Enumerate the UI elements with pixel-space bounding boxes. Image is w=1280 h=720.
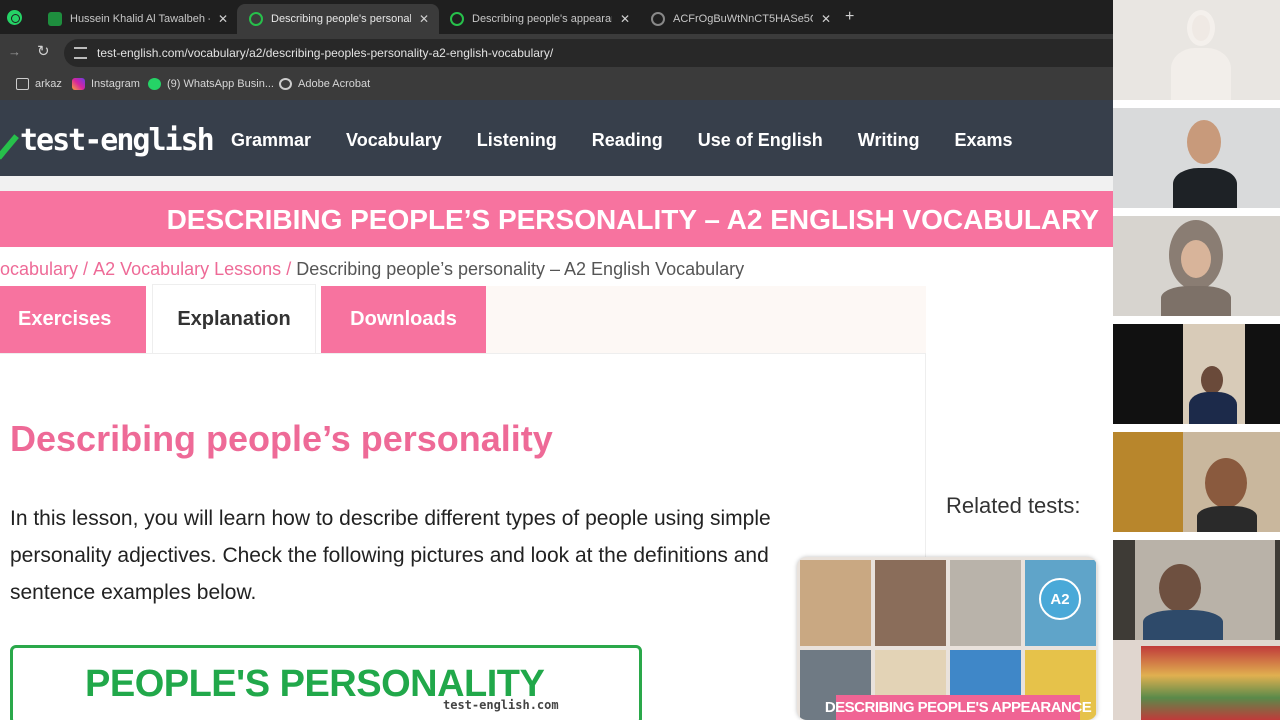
address-bar-row: → ↻ test-english.com/vocabulary/a2/descr… (0, 34, 1113, 72)
folder-icon (16, 78, 29, 90)
checkmark-icon (0, 125, 20, 155)
nav-listening[interactable]: Listening (477, 130, 557, 151)
participant-video[interactable] (1113, 324, 1280, 424)
address-bar[interactable]: test-english.com/vocabulary/a2/describin… (64, 39, 1113, 67)
bookmark-adobe-acrobat[interactable]: Adobe Acrobat (279, 78, 370, 90)
tab-title: ACFrOgBuWtNnCT5HASe5OBE (673, 13, 813, 25)
lesson-content: Describing people’s personality In this … (0, 354, 926, 720)
nav-grammar[interactable]: Grammar (231, 130, 311, 151)
instagram-icon (72, 78, 85, 90)
participant-camera-feed (1135, 540, 1275, 640)
breadcrumb-a2-lessons[interactable]: A2 Vocabulary Lessons (93, 259, 281, 279)
bookmark-instagram[interactable]: Instagram (72, 78, 140, 90)
tab-explanation[interactable]: Explanation (152, 284, 316, 353)
main-nav: Grammar Vocabulary Listening Reading Use… (231, 130, 1048, 151)
nav-writing[interactable]: Writing (858, 130, 920, 151)
page-title: DESCRIBING PEOPLE’S PERSONALITY – A2 ENG… (166, 204, 1099, 235)
browser-tab-appearance[interactable]: Describing people's appearanc ✕ (438, 4, 640, 34)
breadcrumb-vocabulary[interactable]: ocabulary (0, 259, 78, 279)
participant-video[interactable] (1113, 0, 1280, 100)
related-tests-title: Related tests: (946, 493, 1081, 518)
participant-video[interactable] (1113, 540, 1280, 640)
url-text[interactable]: test-english.com/vocabulary/a2/describin… (97, 46, 553, 60)
participant-avatar (1197, 458, 1257, 532)
breadcrumb: ocabulary / A2 Vocabulary Lessons / Describi… (0, 259, 744, 280)
test-english-check-icon (450, 12, 464, 26)
logo-text: test-english (20, 122, 215, 158)
ornament-background (1113, 432, 1183, 532)
tab-exercises[interactable]: Exercises (0, 286, 146, 353)
site-logo[interactable]: test-english (0, 122, 215, 158)
participant-video[interactable] (1113, 640, 1280, 720)
close-icon[interactable]: ✕ (218, 12, 228, 26)
lesson-intro: In this lesson, you will learn how to de… (10, 507, 771, 604)
site-header: test-english Grammar Vocabulary Listenin… (0, 100, 1113, 176)
bookmark-arkaz[interactable]: arkaz (16, 78, 62, 90)
participant-avatar (1173, 120, 1237, 208)
close-icon[interactable]: ✕ (419, 12, 429, 26)
participant-avatar (1161, 220, 1231, 316)
globe-icon (279, 78, 292, 90)
browser-tab-sheets[interactable]: Hussein Khalid Al Tawalbeh - G ✕ (36, 4, 238, 34)
breadcrumb-separator: / (286, 259, 292, 279)
breadcrumb-current: Describing people’s personality – A2 Eng… (296, 259, 745, 279)
whatsapp-pinned-tab-icon[interactable] (7, 10, 22, 25)
browser-tab-document[interactable]: ACFrOgBuWtNnCT5HASe5OBE ✕ (639, 4, 841, 34)
lesson-tabs: Exercises Explanation Downloads (0, 284, 926, 353)
tab-downloads[interactable]: Downloads (321, 286, 486, 353)
nav-reading[interactable]: Reading (592, 130, 663, 151)
participant-video[interactable] (1113, 216, 1280, 316)
sheets-icon (48, 12, 62, 26)
infographic-brand: test-english.com (443, 698, 559, 712)
title-banner: DESCRIBING PEOPLE’S PERSONALITY – A2 ENG… (0, 191, 1113, 247)
nav-vocabulary[interactable]: Vocabulary (346, 130, 442, 151)
participant-video[interactable] (1113, 432, 1280, 532)
breadcrumb-separator: / (83, 259, 89, 279)
bookmark-whatsapp[interactable]: (9) WhatsApp Busin... (148, 78, 274, 90)
tab-title: Describing people's appearanc (472, 13, 612, 25)
tab-title: Hussein Khalid Al Tawalbeh - G (70, 13, 210, 25)
bookmark-label: (9) WhatsApp Busin... (167, 78, 274, 90)
participant-video[interactable] (1113, 108, 1280, 208)
forward-icon[interactable]: → (8, 44, 21, 59)
a2-level-badge: A2 (1039, 578, 1081, 620)
test-english-check-icon (249, 12, 263, 26)
participant-avatar (1171, 10, 1231, 100)
participant-camera-feed (1141, 646, 1280, 720)
browser-tab-strip: Hussein Khalid Al Tawalbeh - G ✕ Describ… (0, 0, 1113, 34)
bookmarks-bar: arkaz Instagram (9) WhatsApp Busin... Ad… (0, 72, 1113, 100)
close-icon[interactable]: ✕ (821, 12, 831, 26)
new-tab-button[interactable]: + (845, 8, 854, 26)
nav-exams[interactable]: Exams (954, 130, 1012, 151)
tab-title: Describing people's personality (271, 13, 411, 25)
header-divider (0, 176, 1113, 191)
portrait-image (950, 560, 1021, 646)
portrait-image (800, 560, 871, 646)
participant-camera-feed (1183, 324, 1245, 424)
portrait-image (875, 560, 946, 646)
close-icon[interactable]: ✕ (620, 12, 630, 26)
browser-tab-personality[interactable]: Describing people's personality ✕ (237, 4, 440, 34)
site-settings-icon[interactable] (74, 47, 87, 59)
bookmark-label: Adobe Acrobat (298, 78, 371, 90)
globe-icon (651, 12, 665, 26)
nav-use-of-english[interactable]: Use of English (698, 130, 823, 151)
whatsapp-icon (148, 78, 161, 90)
reload-icon[interactable]: ↻ (37, 42, 50, 60)
bookmark-label: Instagram (91, 78, 140, 90)
lesson-title: Describing people’s personality (10, 418, 553, 459)
thumbnail-caption: DESCRIBING PEOPLE'S APPEARANCE (825, 695, 1092, 720)
bookmark-label: arkaz (35, 78, 62, 90)
personality-infographic: PEOPLE'S PERSONALITY test-english.com (10, 645, 642, 720)
